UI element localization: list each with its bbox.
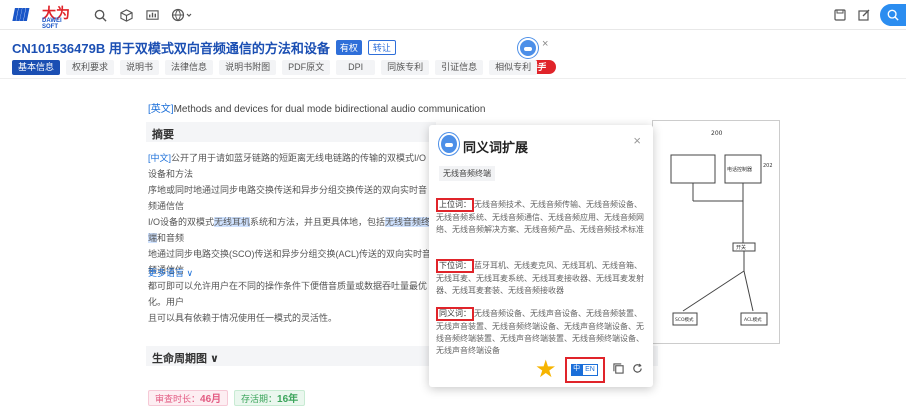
tab-dpi[interactable]: DPI (336, 60, 376, 75)
abstract-line: I/O设备的双模式 (148, 217, 215, 227)
logo[interactable]: IIII 大为 DAWEI SOFT (12, 3, 76, 30)
language-toggle-box[interactable]: 中 EN (564, 357, 605, 383)
tab-pdf[interactable]: PDF原文 (282, 60, 331, 75)
svg-text:200: 200 (711, 130, 723, 137)
top-right-tools (832, 4, 906, 26)
robot-icon (518, 38, 538, 58)
search-button[interactable] (880, 4, 906, 26)
chart-icon[interactable] (144, 7, 160, 23)
transfer-badge: 转让 (367, 40, 396, 55)
query-term-chip: 无线音频终端 (439, 166, 495, 181)
synonym-expansion-popup: 同义词扩展 × 无线音频终端 上位词： 无线音频技术、无线音频传输、无线音频设备、… (429, 125, 653, 387)
lifecycle-heading[interactable]: 生命周期图 ∨ (152, 350, 219, 366)
patent-drawing[interactable]: 200 电话控制器 202 开关 SCO模式 ACL模式 (652, 120, 780, 344)
close-icon[interactable]: × (542, 38, 548, 50)
tab-bar: 基本信息 权利要求 说明书 法律信息 说明书附图 PDF原文 DPI 同族专利 … (12, 60, 538, 75)
top-toolbar (92, 7, 194, 23)
tab-basic-info[interactable]: 基本信息 (12, 60, 61, 75)
svg-text:202: 202 (763, 163, 773, 169)
logo-mark-icon: IIII (12, 5, 30, 26)
patent-header: CN101536479B 用于双模式双向音频通信的方法和设备 有权 转让 (12, 38, 396, 57)
synonym-block: 同义词： 无线音频设备、无线声音设备、无线音频装置、无线声音装置、无线音频终端设备… (436, 307, 646, 357)
survival-period-label: 存活期： (241, 394, 278, 404)
abstract-line: 公开了用于请如蓝牙链路的短距离无线电链路的传输的双模式I/O设备和方法 (148, 153, 427, 179)
popup-footer: ★ 中 EN (535, 357, 643, 383)
robot-icon (439, 133, 459, 155)
more-languages-link[interactable]: 更多语言 ∨ (148, 266, 193, 279)
tab-citations[interactable]: 引证信息 (435, 60, 484, 75)
hypernym-label: 上位词： (436, 198, 474, 212)
abstract-section-bar (146, 122, 436, 142)
status-badge: 有权 (335, 40, 362, 55)
hyponym-label: 下位词： (436, 259, 474, 273)
tab-family[interactable]: 同族专利 (381, 60, 430, 75)
svg-text:ACL模式: ACL模式 (744, 316, 762, 323)
abstract-line: 系统和方法，并且更具体地，包括 (250, 217, 386, 227)
save-icon[interactable] (832, 7, 848, 23)
popup-title: 同义词扩展 (463, 140, 529, 155)
abstract-text: [中文]公开了用于请如蓝牙链路的短距离无线电链路的传输的双模式I/O设备和方法 … (148, 150, 432, 326)
survival-period-badge: 存活期：16年 (234, 390, 306, 406)
svg-text:开关: 开关 (736, 244, 746, 251)
language-toggle[interactable]: 中 EN (571, 364, 598, 376)
abstract-heading: 摘要 (152, 129, 174, 141)
header-divider (0, 78, 906, 79)
globe-dropdown-icon[interactable] (170, 7, 194, 23)
synonym-label: 同义词： (436, 307, 474, 321)
search-icon[interactable] (92, 7, 108, 23)
english-title: [英文]Methods and devices for dual mode bi… (148, 100, 485, 115)
tab-legal-info[interactable]: 法律信息 (165, 60, 214, 75)
popup-close-button[interactable]: × (633, 133, 641, 148)
review-duration-value: 46月 (200, 394, 222, 405)
english-title-text: Methods and devices for dual mode bidire… (173, 104, 486, 115)
tab-description[interactable]: 说明书 (120, 60, 160, 75)
tab-drawings[interactable]: 说明书附图 (219, 60, 277, 75)
edit-icon[interactable] (856, 7, 872, 23)
star-icon[interactable]: ★ (535, 358, 557, 382)
abstract-line: 都可即可以允许用户在不同的操作条件下便借音质量或数据吞吐量最优化。用户 (148, 281, 428, 307)
svg-text:电话控制器: 电话控制器 (727, 166, 752, 173)
tab-similar[interactable]: 相似专利 (489, 60, 538, 75)
survival-period-value: 16年 (277, 394, 299, 405)
lang-cn-option[interactable]: 中 (571, 364, 583, 376)
copy-icon[interactable] (612, 363, 624, 377)
page-title: CN101536479B 用于双模式双向音频通信的方法和设备 (12, 41, 330, 56)
hyponym-block: 下位词： 蓝牙耳机、无线麦克风、无线耳机、无线音箱、无线耳麦、无线耳麦系统、无线耳… (436, 259, 646, 297)
hypernym-block: 上位词： 无线音频技术、无线音频传输、无线音频设备、无线音频系统、无线音频通信、无… (436, 198, 646, 236)
lang-en-option[interactable]: EN (582, 364, 598, 376)
abstract-line: 序地或同时地通过同步电路交换传送和异步分组交换传送的双向实时音频通信信 (148, 185, 428, 211)
abstract-line: 和音频 (157, 233, 185, 243)
highlight-term: 无线耳机 (214, 217, 251, 227)
english-tag[interactable]: [英文] (148, 104, 174, 115)
svg-text:SCO模式: SCO模式 (675, 316, 694, 323)
abstract-line: 且可以具有依赖于情况使用任一模式的灵活性。 (148, 313, 338, 323)
logo-subtext: DAWEI SOFT (42, 18, 62, 30)
cube-icon[interactable] (118, 7, 134, 23)
refresh-icon[interactable] (632, 363, 643, 377)
top-bar: IIII 大为 DAWEI SOFT (0, 0, 906, 30)
review-duration-label: 审查时长： (155, 394, 201, 404)
chinese-tag[interactable]: [中文] (148, 153, 171, 163)
tab-claims[interactable]: 权利要求 (66, 60, 115, 75)
review-duration-badge: 审查时长：46月 (148, 390, 229, 406)
